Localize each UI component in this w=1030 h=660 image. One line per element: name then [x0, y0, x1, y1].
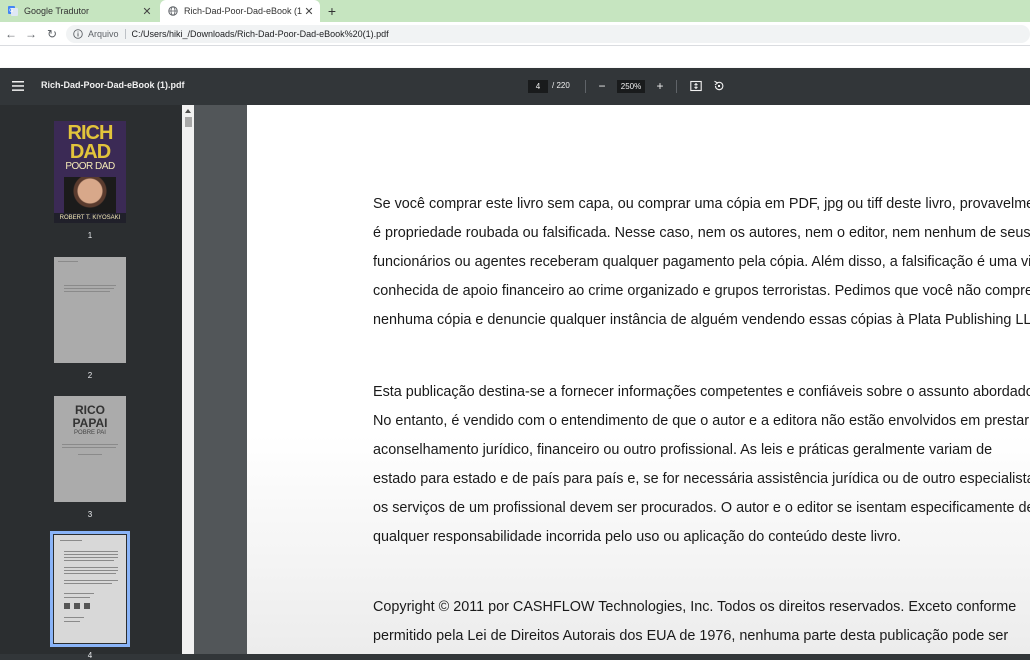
scroll-up-icon[interactable] — [184, 107, 192, 115]
toolbar-divider — [676, 80, 677, 93]
author-photo — [64, 177, 116, 217]
url-text[interactable]: C:/Users/hiki_/Downloads/Rich-Dad-Poor-D… — [132, 29, 389, 39]
zoom-input[interactable]: 250% — [617, 80, 645, 93]
reload-button[interactable]: ↻ — [45, 26, 59, 42]
tab-google-translate[interactable]: G Google Tradutor ✕ — [0, 0, 158, 22]
thumbnail-image: RICO PAPAI POBRE PAI — [54, 396, 126, 502]
scrollbar-thumb[interactable] — [185, 117, 192, 127]
close-tab-icon[interactable]: ✕ — [140, 5, 154, 18]
browser-toolbar: ← → ↻ Arquivo C:/Users/hiki_/Downloads/R… — [0, 22, 1030, 46]
text-line: qualquer responsabilidade incorrida pelo… — [373, 529, 902, 545]
thumbnail-list: RICH DAD POOR DAD ROBERT T. KIYOSAKI 1 2… — [0, 105, 182, 660]
page3-papai-text: PAPAI — [72, 416, 108, 430]
thumbnail-number: 2 — [87, 371, 93, 380]
paragraph-2: Esta publicação destina-se a fornecer in… — [373, 378, 1030, 552]
text-line: estado para estado e de país para país e… — [373, 471, 1030, 487]
thumbnail-number: 3 — [87, 510, 93, 519]
text-line: permitido pela Lei de Direitos Autorais … — [373, 628, 1009, 644]
thumbnail-number: 1 — [87, 231, 93, 240]
toolbar-divider — [585, 80, 586, 93]
text-line: funcionários ou agentes receberam qualqu… — [373, 254, 1030, 270]
tab-strip: G Google Tradutor ✕ Rich-Dad-Poor-Dad-eB… — [0, 0, 1030, 22]
pdf-page-4: Se você comprar este livro sem capa, ou … — [247, 105, 1030, 654]
text-line: nenhuma cópia e denuncie qualquer instân… — [373, 312, 1030, 328]
new-tab-button[interactable]: + — [324, 2, 340, 20]
address-divider — [124, 29, 126, 39]
thumbnail-image: RICH DAD POOR DAD ROBERT T. KIYOSAKI — [54, 121, 126, 223]
text-line: Esta publicação destina-se a fornecer in… — [373, 384, 1030, 400]
tab-pdf[interactable]: Rich-Dad-Poor-Dad-eBook (1).pdf ✕ — [160, 0, 320, 22]
info-icon[interactable] — [73, 29, 83, 39]
text-line: conhecida de apoio financeiro ao crime o… — [373, 283, 1030, 299]
thumbnail-number: 4 — [87, 651, 93, 660]
browser-gap — [0, 46, 1030, 68]
fit-page-icon[interactable] — [690, 80, 702, 92]
menu-icon[interactable] — [12, 81, 24, 91]
document-viewport: Se você comprar este livro sem capa, ou … — [194, 105, 1030, 654]
page3-rico-text: RICO — [75, 403, 105, 417]
text-line: é propriedade roubada ou falsificada. Ne… — [373, 225, 1030, 241]
google-translate-icon: G — [8, 6, 18, 16]
svg-text:G: G — [9, 8, 13, 14]
thumbnail-image — [54, 257, 126, 363]
paragraph-1: Se você comprar este livro sem capa, ou … — [373, 190, 1030, 335]
paragraph-3: Copyright © 2011 por CASHFLOW Technologi… — [373, 593, 1030, 651]
page-number-input[interactable]: 4 — [528, 80, 548, 93]
zoom-out-button[interactable]: − — [596, 79, 608, 93]
rotate-icon[interactable] — [713, 80, 725, 92]
scheme-label: Arquivo — [88, 29, 119, 39]
forward-button[interactable]: → — [24, 26, 38, 42]
cover-poor-dad-text: POOR DAD — [65, 161, 115, 172]
text-line: Se você comprar este livro sem capa, ou … — [373, 196, 1030, 212]
sidebar-scrollbar[interactable] — [182, 105, 194, 654]
cover-author-text: ROBERT T. KIYOSAKI — [54, 213, 126, 223]
close-tab-icon[interactable]: ✕ — [302, 5, 316, 18]
zoom-in-button[interactable]: + — [654, 79, 666, 93]
text-line: Copyright © 2011 por CASHFLOW Technologi… — [373, 599, 1017, 615]
page-total: / 220 — [552, 81, 570, 90]
document-title: Rich-Dad-Poor-Dad-eBook (1).pdf — [41, 80, 185, 90]
text-line: aconselhamento jurídico, financeiro ou o… — [373, 442, 993, 458]
page3-pobre-pai-text: POBRE PAI — [74, 430, 106, 436]
tab-title: Google Tradutor — [24, 6, 90, 16]
pdf-toolbar: Rich-Dad-Poor-Dad-eBook (1).pdf 4 / 220 … — [0, 68, 1030, 105]
thumbnail-sidebar: RICH DAD POOR DAD ROBERT T. KIYOSAKI 1 2… — [0, 105, 194, 660]
text-line: No entanto, é vendido com o entendimento… — [373, 413, 1030, 429]
back-button[interactable]: ← — [4, 26, 18, 42]
tab-title: Rich-Dad-Poor-Dad-eBook (1).pdf — [184, 6, 302, 16]
cover-dad-text: DAD — [69, 141, 111, 163]
thumbnail-image — [50, 531, 130, 647]
text-line: os serviços de um profissional devem ser… — [373, 500, 1030, 516]
cover-rich-text: RICH — [67, 122, 114, 144]
globe-icon — [168, 6, 178, 16]
address-bar[interactable]: Arquivo C:/Users/hiki_/Downloads/Rich-Da… — [66, 25, 1030, 43]
